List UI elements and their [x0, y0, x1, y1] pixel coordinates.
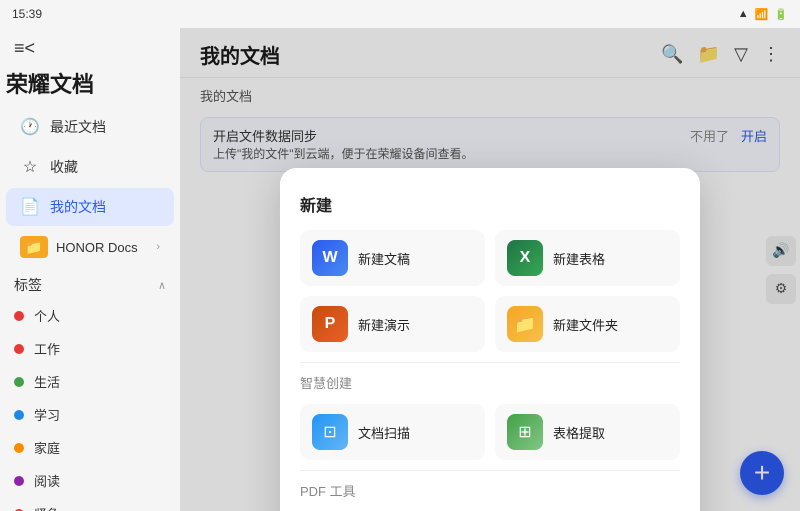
doc-icon: 📄 — [20, 197, 40, 217]
tag-study[interactable]: 学习 — [0, 398, 180, 431]
tag-dot-life — [14, 377, 24, 387]
scan-label: 文档扫描 — [358, 423, 410, 442]
word-icon: W — [312, 240, 348, 276]
sidebar-item-recent[interactable]: 🕐 最近文档 — [6, 108, 174, 146]
battery-icon: 🔋 — [774, 8, 788, 21]
tag-dot-personal — [14, 311, 24, 321]
tag-life[interactable]: 生活 — [0, 365, 180, 398]
sidebar-item-favorites[interactable]: ☆ 收藏 — [6, 148, 174, 186]
sidebar-header: ≡< — [0, 28, 180, 67]
honor-docs-item[interactable]: 📁 HONOR Docs › — [6, 228, 174, 266]
new-doc-item[interactable]: W 新建文稿 — [300, 230, 485, 286]
modal-divider-1 — [300, 362, 680, 363]
tag-work[interactable]: 工作 — [0, 332, 180, 365]
recent-label: 最近文档 — [50, 117, 106, 137]
main-layout: ≡< 荣耀文档 🕐 最近文档 ☆ 收藏 📄 我的文档 📁 HONOR Docs … — [0, 28, 800, 511]
tags-label: 标签 — [14, 275, 42, 295]
tag-dot-work — [14, 344, 24, 354]
smart-create-title: 智慧创建 — [300, 373, 680, 392]
new-ppt-item[interactable]: P 新建演示 — [300, 296, 485, 352]
favorites-label: 收藏 — [50, 157, 78, 177]
scan-icon: ⊡ — [312, 414, 348, 450]
new-modal: 新建 W 新建文稿 X 新建表格 P 新建演示 📁 新建文件夹 — [280, 168, 700, 511]
ppt-icon: P — [312, 306, 348, 342]
tag-family[interactable]: 家庭 — [0, 431, 180, 464]
modal-create-grid: W 新建文稿 X 新建表格 P 新建演示 📁 新建文件夹 — [300, 230, 680, 352]
sidebar-title: 荣耀文档 — [6, 67, 174, 99]
new-folder-label: 新建文件夹 — [553, 315, 618, 334]
new-sheet-item[interactable]: X 新建表格 — [495, 230, 680, 286]
scan-doc-item[interactable]: ⊡ 文档扫描 — [300, 404, 485, 460]
tags-chevron-icon[interactable]: ∧ — [158, 279, 166, 292]
sidebar: ≡< 荣耀文档 🕐 最近文档 ☆ 收藏 📄 我的文档 📁 HONOR Docs … — [0, 28, 180, 511]
tag-dot-study — [14, 410, 24, 420]
star-icon: ☆ — [20, 157, 40, 177]
excel-icon: X — [507, 240, 543, 276]
new-sheet-label: 新建表格 — [553, 249, 605, 268]
tag-reading[interactable]: 阅读 — [0, 464, 180, 497]
tag-personal[interactable]: 个人 — [0, 299, 180, 332]
table-extract-item[interactable]: ⊞ 表格提取 — [495, 404, 680, 460]
honor-docs-chevron: › — [156, 241, 160, 253]
honor-docs-label: HONOR Docs — [56, 240, 148, 255]
modal-title: 新建 — [300, 192, 680, 216]
pdf-tools-title: PDF 工具 — [300, 481, 680, 500]
modal-divider-2 — [300, 470, 680, 471]
status-bar: 15:39 ▲ 📶 🔋 — [0, 0, 800, 28]
tags-section-header: 标签 ∧ — [0, 267, 180, 299]
table-extract-icon: ⊞ — [507, 414, 543, 450]
tag-urgent[interactable]: 紧急 — [0, 497, 180, 511]
hamburger-icon[interactable]: ≡< — [14, 38, 35, 59]
table-extract-label: 表格提取 — [553, 423, 605, 442]
signal-icon: 📶 — [755, 8, 769, 21]
time-display: 15:39 — [12, 7, 42, 21]
content-area: 我的文档 🔍 📁 ▽ ⋮ 我的文档 开启文件数据同步 上传"我的文件"到云端，便… — [180, 28, 800, 511]
recent-icon: 🕐 — [20, 117, 40, 137]
status-icons: ▲ 📶 🔋 — [738, 8, 788, 21]
new-ppt-label: 新建演示 — [358, 315, 410, 334]
wifi-icon: ▲ — [738, 8, 749, 20]
mydocs-label: 我的文档 — [50, 197, 106, 217]
new-doc-label: 新建文稿 — [358, 249, 410, 268]
new-folder-item[interactable]: 📁 新建文件夹 — [495, 296, 680, 352]
tag-dot-reading — [14, 476, 24, 486]
sidebar-item-mydocs[interactable]: 📄 我的文档 — [6, 188, 174, 226]
honor-docs-folder-icon: 📁 — [20, 236, 48, 258]
status-time: 15:39 — [12, 7, 42, 21]
tag-dot-family — [14, 443, 24, 453]
modal-smart-grid: ⊡ 文档扫描 ⊞ 表格提取 — [300, 404, 680, 460]
new-folder-icon: 📁 — [507, 306, 543, 342]
